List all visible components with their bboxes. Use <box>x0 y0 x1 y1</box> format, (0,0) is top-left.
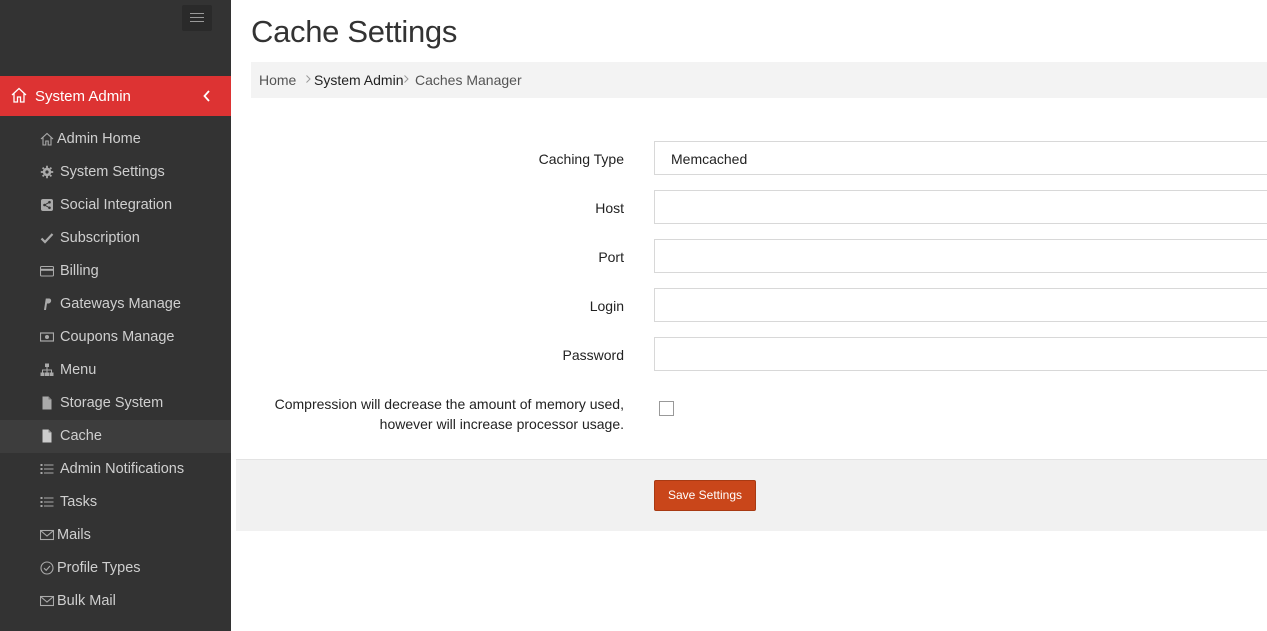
sidebar-item-label: System Settings <box>60 164 165 180</box>
sidebar-item-label: Bulk Mail <box>57 593 116 609</box>
port-label: Port <box>598 249 624 265</box>
port-input[interactable] <box>654 239 1267 273</box>
breadcrumb-home[interactable]: Home <box>259 72 296 88</box>
compression-line-2: however will increase processor usage. <box>379 416 624 432</box>
compression-checkbox[interactable] <box>659 401 674 416</box>
sidebar-item-label: Admin Home <box>57 131 141 147</box>
sidebar-item-label: Subscription <box>60 230 140 246</box>
chevron-right-icon <box>306 75 311 83</box>
compression-line-1: Compression will decrease the amount of … <box>274 396 624 412</box>
page-title: Cache Settings <box>251 14 458 49</box>
sidebar-item-label: Social Integration <box>60 197 173 213</box>
breadcrumb-caches-manager: Caches Manager <box>415 72 522 88</box>
file-icon <box>42 429 52 443</box>
sidebar-section-label: System Admin <box>35 88 131 105</box>
sidebar-menu: Admin Home System Settings Social Integr… <box>0 123 231 618</box>
sidebar-item-subscription[interactable]: Subscription <box>0 222 231 255</box>
chevron-left-icon[interactable] <box>203 90 211 102</box>
breadcrumb-system-admin[interactable]: System Admin <box>314 72 403 88</box>
credit-card-icon <box>40 265 54 277</box>
sitemap-icon <box>40 363 54 376</box>
sidebar-item-label: Admin Notifications <box>60 461 185 477</box>
sidebar-item-social-integration[interactable]: Social Integration <box>0 189 231 222</box>
breadcrumb: Home System Admin Caches Manager <box>251 62 1267 98</box>
envelope-icon <box>40 529 54 541</box>
password-label: Password <box>562 347 624 363</box>
password-input[interactable] <box>654 337 1267 371</box>
gear-icon <box>40 165 54 179</box>
sidebar-item-label: Profile Types <box>57 560 141 576</box>
sidebar-item-bulk-mail[interactable]: Bulk Mail <box>0 585 231 618</box>
sidebar-item-label: Cache <box>60 428 102 444</box>
home-icon <box>40 132 54 146</box>
check-circle-icon <box>40 561 54 575</box>
list-icon <box>40 497 54 507</box>
sidebar-item-tasks[interactable]: Tasks <box>0 486 231 519</box>
sidebar: System Admin Admin Home System Settings … <box>0 0 231 631</box>
list-icon <box>40 464 54 474</box>
hamburger-line <box>190 21 204 22</box>
sidebar-item-coupons-manage[interactable]: Coupons Manage <box>0 321 231 354</box>
sidebar-item-label: Menu <box>60 362 97 378</box>
sidebar-item-system-settings[interactable]: System Settings <box>0 156 231 189</box>
sidebar-item-label: Coupons Manage <box>60 329 175 345</box>
sidebar-item-storage-system[interactable]: Storage System <box>0 387 231 420</box>
money-icon <box>40 332 54 342</box>
hamburger-icon <box>190 13 204 14</box>
sidebar-item-admin-notifications[interactable]: Admin Notifications <box>0 453 231 486</box>
check-icon <box>40 233 54 244</box>
sidebar-item-billing[interactable]: Billing <box>0 255 231 288</box>
caching-type-label: Caching Type <box>538 151 624 167</box>
save-settings-button[interactable]: Save Settings <box>654 480 756 511</box>
host-input[interactable] <box>654 190 1267 224</box>
sidebar-item-admin-home[interactable]: Admin Home <box>0 123 231 156</box>
sidebar-item-cache[interactable]: Cache <box>0 420 231 453</box>
paypal-icon <box>44 298 52 310</box>
sidebar-item-gateways-manage[interactable]: Gateways Manage <box>0 288 231 321</box>
login-input[interactable] <box>654 288 1267 322</box>
caching-type-value: Memcached <box>671 151 748 167</box>
chevron-right-icon <box>404 75 409 83</box>
sidebar-item-profile-types[interactable]: Profile Types <box>0 552 231 585</box>
sidebar-item-mails[interactable]: Mails <box>0 519 231 552</box>
sidebar-item-label: Storage System <box>60 395 164 411</box>
home-icon <box>11 87 27 103</box>
sidebar-item-label: Mails <box>57 527 91 543</box>
sidebar-item-label: Tasks <box>60 494 98 510</box>
sidebar-section-system-admin[interactable]: System Admin <box>0 76 231 116</box>
sidebar-item-label: Gateways Manage <box>60 296 181 312</box>
share-icon <box>41 199 53 211</box>
menu-toggle-button[interactable] <box>182 5 212 31</box>
compression-description: Compression will decrease the amount of … <box>231 394 624 434</box>
caching-type-select[interactable]: Memcached <box>654 141 1267 175</box>
login-label: Login <box>589 298 624 314</box>
envelope-icon <box>40 595 54 607</box>
sidebar-item-label: Billing <box>60 263 99 279</box>
sidebar-item-menu[interactable]: Menu <box>0 354 231 387</box>
file-icon <box>42 396 52 410</box>
main-content: Cache Settings Home System Admin Caches … <box>231 0 1267 631</box>
host-label: Host <box>595 200 624 216</box>
hamburger-line <box>190 17 204 18</box>
